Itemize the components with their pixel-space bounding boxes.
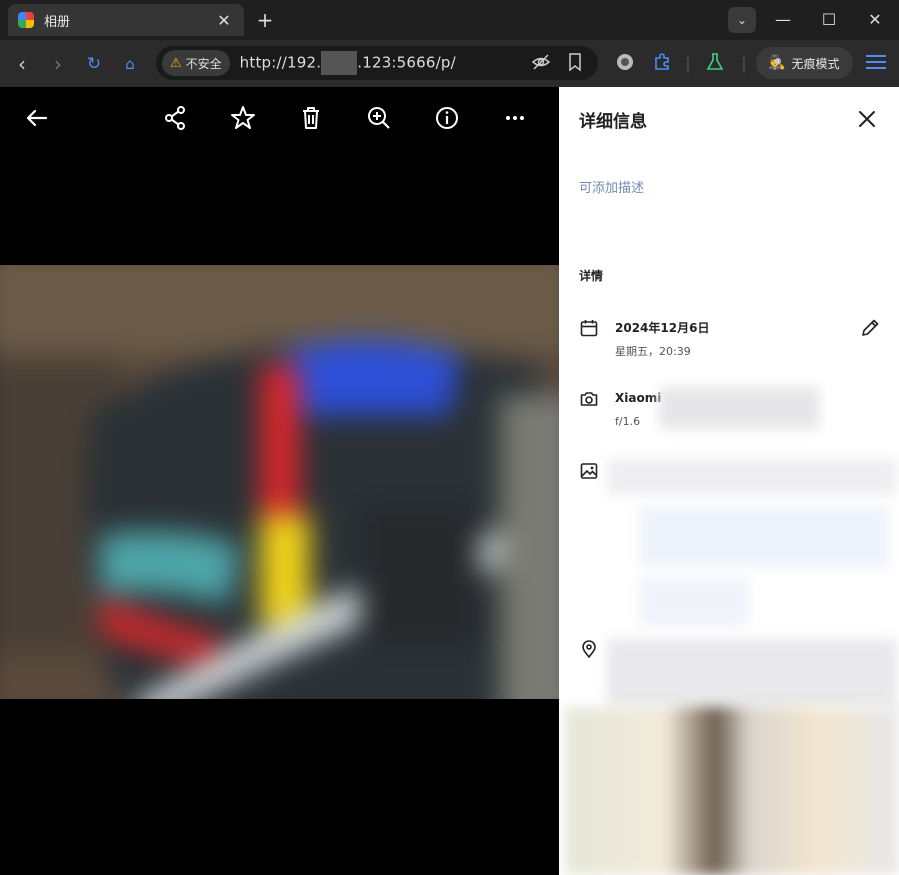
browser-tab[interactable]: 相册 ✕ xyxy=(8,4,244,36)
tab-title: 相册 xyxy=(44,14,71,30)
window-close-icon[interactable]: ✕ xyxy=(860,8,890,32)
calendar-icon xyxy=(579,318,599,338)
toolbar-divider: | xyxy=(741,54,747,73)
tab-bar: 相册 ✕ + ⌄ — ☐ ✕ xyxy=(0,0,899,40)
security-chip[interactable]: ⚠ 不安全 xyxy=(162,50,230,76)
info-icon[interactable] xyxy=(432,103,462,133)
bookmark-icon[interactable] xyxy=(564,52,586,74)
camera-aperture: f/1.6 xyxy=(615,415,641,428)
photos-favicon-icon xyxy=(18,12,34,28)
add-description-field[interactable]: 可添加描述 xyxy=(579,177,644,196)
details-section-title: 详情 xyxy=(579,269,604,283)
url-redaction xyxy=(321,51,358,75)
zoom-in-icon[interactable] xyxy=(364,103,394,133)
redacted-image-details-2 xyxy=(639,507,889,567)
photo-image[interactable] xyxy=(0,265,559,699)
extension-circle-icon[interactable] xyxy=(613,52,637,76)
redacted-location xyxy=(607,639,897,709)
star-icon[interactable] xyxy=(228,103,258,133)
camera-model: Xiaomi xyxy=(615,391,662,405)
panel-title: 详细信息 xyxy=(579,112,647,132)
warning-icon: ⚠ xyxy=(170,55,182,71)
maximize-icon[interactable]: ☐ xyxy=(814,8,844,32)
close-icon[interactable] xyxy=(853,105,881,133)
url-text[interactable]: http://192. .123:5666/p/ xyxy=(240,51,456,75)
tab-close-icon[interactable]: ✕ xyxy=(214,11,234,30)
security-label: 不安全 xyxy=(185,56,222,71)
share-icon[interactable] xyxy=(160,103,190,133)
more-icon[interactable] xyxy=(500,103,530,133)
trash-icon[interactable] xyxy=(296,103,326,133)
incognito-button[interactable]: 🕵 无痕模式 xyxy=(756,47,853,79)
redacted-camera-details xyxy=(659,387,819,429)
extensions-puzzle-icon[interactable] xyxy=(650,52,674,76)
incognito-icon: 🕵 xyxy=(768,55,786,71)
camera-icon xyxy=(579,389,599,409)
hide-eye-icon[interactable] xyxy=(530,52,552,74)
location-map-thumbnail[interactable] xyxy=(565,707,899,875)
hamburger-menu-icon[interactable] xyxy=(864,51,888,75)
details-panel: 详细信息 可添加描述 详情 2024年12月6日 星期五，20:39 Xiaom… xyxy=(559,87,899,875)
redacted-image-details-3 xyxy=(639,577,749,627)
edit-pencil-icon[interactable] xyxy=(859,317,881,339)
forward-nav-icon[interactable]: › xyxy=(44,50,72,78)
minimize-icon[interactable]: — xyxy=(768,8,798,32)
url-end: .123:5666/p/ xyxy=(357,53,456,72)
arrow-left-icon[interactable] xyxy=(22,103,52,133)
url-start: http://192. xyxy=(239,53,322,72)
tab-search-chevron-icon[interactable]: ⌄ xyxy=(728,7,756,33)
reload-icon[interactable]: ↻ xyxy=(80,50,108,78)
photo-content xyxy=(0,265,559,699)
photo-viewer xyxy=(0,87,559,875)
address-bar[interactable]: ⚠ 不安全 http://192. .123:5666/p/ xyxy=(156,46,598,80)
photo-day-time: 星期五，20:39 xyxy=(615,345,691,358)
image-icon xyxy=(579,461,599,481)
labs-flask-icon[interactable] xyxy=(703,52,727,76)
incognito-label: 无痕模式 xyxy=(791,56,840,71)
home-icon[interactable]: ⌂ xyxy=(116,50,144,78)
browser-toolbar: ‹ › ↻ ⌂ ⚠ 不安全 http://192. .123:5666/p/ | … xyxy=(0,40,899,87)
photo-date: 2024年12月6日 xyxy=(615,321,710,335)
redacted-image-details xyxy=(607,459,897,495)
toolbar-divider: | xyxy=(685,54,691,73)
location-pin-icon xyxy=(579,639,599,659)
back-nav-icon[interactable]: ‹ xyxy=(8,50,36,78)
new-tab-button[interactable]: + xyxy=(254,8,276,32)
